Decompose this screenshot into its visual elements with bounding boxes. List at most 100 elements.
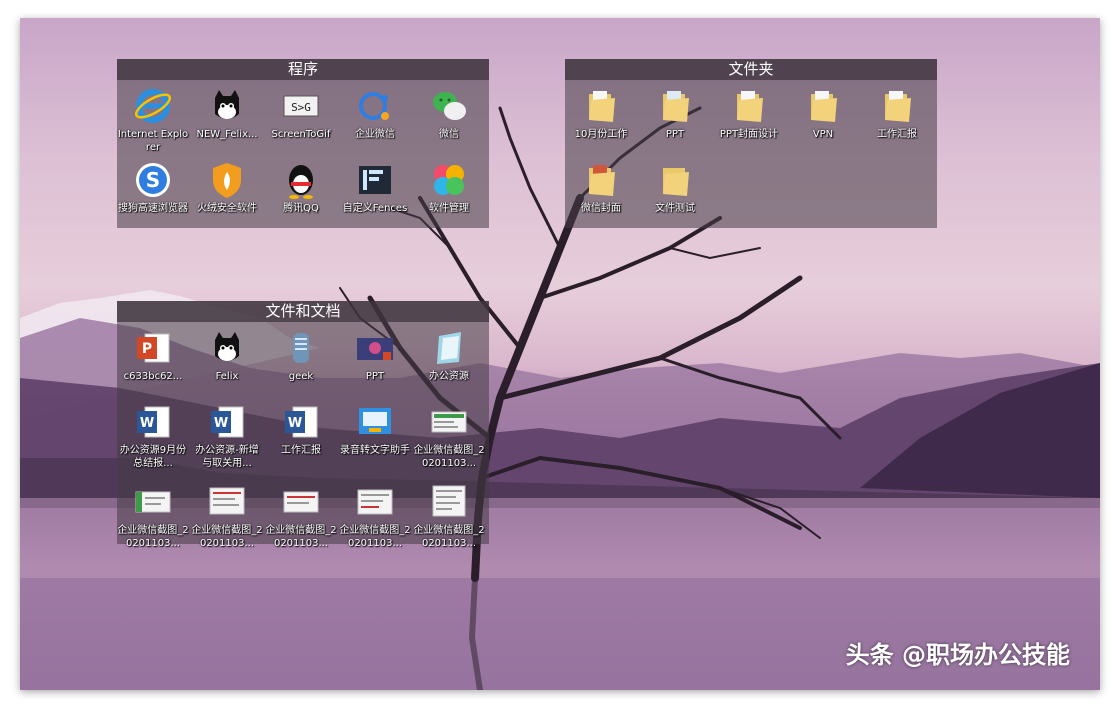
folder-wechat-cover[interactable]: 微信封面 — [565, 160, 637, 215]
folder-icon — [737, 91, 763, 122]
qq-penguin-icon — [289, 165, 313, 199]
word-file-icon: W — [137, 406, 170, 438]
powerpoint-file-icon: P — [137, 333, 170, 363]
fence-documents-title[interactable]: 文件和文档 — [117, 301, 489, 322]
fence-folders: 文件夹 10月份工作 PPT PPT封面设计 VPN 工作汇报 微信封面 文件测… — [565, 59, 937, 228]
desktop-icon-label: 腾讯QQ — [283, 203, 319, 214]
screenshot-thumbnail-icon — [357, 489, 393, 515]
desktop-icon-label: 文件测试 — [655, 203, 695, 214]
desktop-icon-label: PPT — [365, 371, 385, 382]
desktop-icon-internet-explorer[interactable]: Internet Explorer — [117, 86, 189, 154]
folder-ppt-cover-design[interactable]: PPT封面设计 — [713, 86, 785, 141]
desktop-icon-label: 微信封面 — [581, 203, 621, 214]
folder-icon — [663, 91, 689, 122]
felix-cat-icon — [215, 90, 239, 119]
desktop-icon-label: 企业微信截图_20201103... — [413, 445, 485, 469]
watermark-text: 头条 @职场办公技能 — [845, 641, 1070, 669]
desktop-icon-label: 自定义Fences — [342, 203, 408, 214]
folder-work-report[interactable]: 工作汇报 — [861, 86, 933, 141]
desktop-icon-label: 微信 — [439, 129, 459, 140]
desktop-icon-screentogif[interactable]: S>G ScreenToGif — [265, 86, 337, 141]
fence-folders-title[interactable]: 文件夹 — [565, 59, 937, 80]
recorder-app-icon — [359, 408, 391, 434]
desktop-icon-label: NEW_Felix... — [196, 129, 258, 140]
desktop-icon-software-manager[interactable]: 软件管理 — [413, 160, 485, 215]
fence-programs-title[interactable]: 程序 — [117, 59, 489, 80]
desktop-icon-label: 办公资源9月份总结报... — [119, 445, 187, 469]
folder-file-test[interactable]: 文件测试 — [639, 160, 711, 215]
svg-text:S: S — [146, 168, 160, 192]
file-ppt-image[interactable]: PPT — [339, 328, 411, 383]
desktop-icon-label: 企业微信截图_20201103... — [265, 525, 337, 549]
desktop-icon-label: ScreenToGif — [271, 129, 331, 140]
desktop-icon-label: geek — [288, 371, 314, 382]
desktop-icon-wechat[interactable]: 微信 — [413, 86, 485, 141]
desktop-icon-label: 办公资源 — [429, 371, 469, 382]
svg-text:S>G: S>G — [291, 101, 311, 114]
ppt-image-icon — [357, 338, 393, 360]
desktop-icon-label: 火绒安全软件 — [197, 203, 257, 214]
desktop-icon-wecom[interactable]: 企业微信 — [339, 86, 411, 141]
folder-10-month-work[interactable]: 10月份工作 — [565, 86, 637, 141]
software-manager-icon — [434, 165, 464, 195]
huorong-shield-icon — [213, 163, 241, 198]
folder-vpn[interactable]: VPN — [787, 86, 859, 141]
desktop-icon-label: 企业微信截图_20201103... — [339, 525, 411, 549]
desktop-icon-sogou-browser[interactable]: S 搜狗高速浏览器 — [117, 160, 189, 215]
desktop-icon-label: 录音转文字助手 — [340, 445, 410, 456]
file-word-sept-report[interactable]: W 办公资源9月份总结报... — [117, 402, 189, 470]
folder-ppt[interactable]: PPT — [639, 86, 711, 141]
desktop-icon-label: 工作汇报 — [877, 129, 917, 140]
file-wecom-screenshot[interactable]: 企业微信截图_20201103... — [117, 482, 189, 550]
desktop-icon-label: PPT — [665, 129, 685, 140]
sogou-browser-icon: S — [136, 163, 170, 197]
desktop-icon-qq[interactable]: 腾讯QQ — [265, 160, 337, 215]
desktop-icon-label: Internet Explorer — [117, 129, 189, 153]
desktop-icon-new-felix[interactable]: NEW_Felix... — [191, 86, 263, 141]
desktop-icon-label: 软件管理 — [429, 203, 469, 214]
desktop-icon-label: 搜狗高速浏览器 — [118, 203, 188, 214]
desktop-icon-huorong[interactable]: 火绒安全软件 — [191, 160, 263, 215]
desktop-icon-label: VPN — [812, 129, 834, 140]
desktop-icon-label: 办公资源-新增与取关用... — [195, 445, 259, 469]
file-office-resource[interactable]: 办公资源 — [413, 328, 485, 383]
desktop-icon-label: 企业微信截图_20201103... — [413, 525, 485, 549]
file-word-work-report[interactable]: W 工作汇报 — [265, 402, 337, 457]
desktop-icon-fences[interactable]: 自定义Fences — [339, 160, 411, 215]
file-wecom-screenshot[interactable]: 企业微信截图_20201103... — [339, 482, 411, 550]
fence-programs: 程序 Internet Explorer NEW_Felix... S>G Sc… — [117, 59, 489, 228]
svg-text:W: W — [288, 416, 302, 431]
file-felix[interactable]: Felix — [191, 328, 263, 383]
file-wecom-screenshot[interactable]: 企业微信截图_20201103... — [265, 482, 337, 550]
screenshot-thumbnail-icon — [432, 485, 466, 517]
file-wecom-screenshot[interactable]: 企业微信截图_20201103... — [413, 482, 485, 550]
svg-text:P: P — [142, 341, 152, 357]
desktop-icon-label: 企业微信 — [355, 129, 395, 140]
desktop-screenshot: 程序 Internet Explorer NEW_Felix... S>G Sc… — [20, 18, 1100, 690]
desktop-icon-label: 工作汇报 — [281, 445, 321, 456]
folder-icon — [589, 165, 615, 196]
desktop-icon-label: 企业微信截图_20201103... — [191, 525, 263, 549]
office-resource-icon — [437, 332, 461, 364]
screentogif-icon: S>G — [283, 95, 319, 117]
file-geek[interactable]: geek — [265, 328, 337, 383]
desktop-icon-label: 企业微信截图_20201103... — [117, 525, 189, 549]
geek-app-icon — [293, 333, 309, 363]
file-wecom-screenshot[interactable]: 企业微信截图_20201103... — [413, 402, 485, 470]
file-c633bc62[interactable]: P c633bc62... — [117, 328, 189, 383]
file-wecom-screenshot[interactable]: 企业微信截图_20201103... — [191, 482, 263, 550]
file-word-new-users[interactable]: W 办公资源-新增与取关用... — [191, 402, 263, 470]
file-recorder-assistant[interactable]: 录音转文字助手 — [339, 402, 411, 457]
fence-documents: 文件和文档 P c633bc62... Felix geek PPT 办公资源 … — [117, 301, 489, 549]
folder-icon — [811, 91, 837, 122]
folder-icon — [589, 91, 615, 122]
wechat-icon — [433, 92, 466, 120]
desktop-icon-label: Felix — [215, 371, 239, 382]
screenshot-thumbnail-icon — [431, 411, 467, 433]
felix-cat-icon — [215, 332, 239, 361]
screenshot-thumbnail-icon — [209, 487, 245, 515]
svg-text:W: W — [140, 416, 154, 431]
folder-icon — [885, 91, 911, 122]
fences-icon — [359, 166, 391, 194]
desktop-icon-label: PPT封面设计 — [719, 129, 779, 140]
